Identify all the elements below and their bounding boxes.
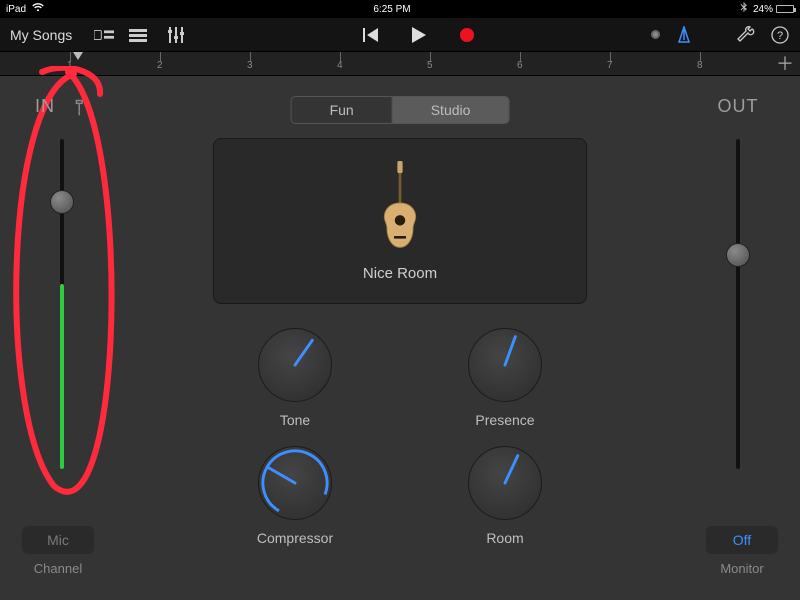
monitor-label: Monitor — [720, 561, 763, 576]
input-column: IN — [22, 96, 102, 469]
segment-fun[interactable]: Fun — [292, 97, 393, 123]
loop-indicator-icon[interactable] — [651, 30, 660, 39]
tone-knob[interactable]: Tone — [258, 328, 332, 428]
track-list-icon[interactable] — [128, 25, 148, 45]
app-toolbar: My Songs ? — [0, 18, 800, 52]
battery-indicator: 24% — [753, 4, 794, 15]
input-level-slider[interactable] — [60, 139, 64, 469]
compressor-knob[interactable]: Compressor — [257, 446, 333, 546]
play-button[interactable] — [409, 25, 429, 45]
output-slider-knob[interactable] — [726, 243, 750, 267]
my-songs-button[interactable]: My Songs — [10, 27, 72, 43]
svg-text:?: ? — [777, 30, 783, 42]
clock: 6:25 PM — [44, 4, 740, 15]
room-knob[interactable]: Room — [468, 446, 542, 546]
output-level-slider[interactable] — [736, 139, 740, 469]
bluetooth-icon — [740, 2, 747, 16]
guitar-icon — [372, 161, 428, 257]
main-panel: IN OUT Mic Channel Off Monitor Fun Studi… — [0, 76, 800, 600]
monitor-box: Off Monitor — [706, 526, 778, 578]
tracks-view-icon[interactable] — [94, 25, 114, 45]
output-column: OUT — [698, 96, 778, 469]
presence-knob[interactable]: Presence — [468, 328, 542, 428]
preset-card[interactable]: Nice Room — [213, 138, 587, 304]
input-slider-knob[interactable] — [50, 190, 74, 214]
input-level-meter — [60, 284, 64, 469]
wifi-icon — [32, 3, 44, 15]
add-track-button[interactable]: ＋ — [776, 55, 794, 73]
status-bar: iPad 6:25 PM 24% — [0, 0, 800, 18]
mic-channel-button[interactable]: Mic — [22, 526, 94, 554]
metronome-icon[interactable] — [674, 25, 694, 45]
transport-controls — [361, 25, 477, 45]
out-label: OUT — [718, 96, 759, 117]
preset-name: Nice Room — [363, 265, 437, 282]
timeline-ruler[interactable]: 1 2 3 4 5 6 7 8 ＋ — [0, 52, 800, 76]
noise-gate-icon[interactable] — [68, 93, 94, 119]
record-button[interactable] — [457, 25, 477, 45]
settings-wrench-icon[interactable] — [736, 25, 756, 45]
knob-grid: Tone Presence Compressor Room — [230, 328, 570, 546]
segment-studio[interactable]: Studio — [393, 97, 509, 123]
preset-mode-segmented: Fun Studio — [291, 96, 510, 124]
rewind-button[interactable] — [361, 25, 381, 45]
channel-box: Mic Channel — [22, 526, 94, 578]
help-icon[interactable]: ? — [770, 25, 790, 45]
mixer-icon[interactable] — [166, 25, 186, 45]
in-label: IN — [35, 96, 55, 117]
monitor-toggle-button[interactable]: Off — [706, 526, 778, 554]
channel-label: Channel — [34, 561, 82, 576]
device-name: iPad — [6, 4, 26, 15]
